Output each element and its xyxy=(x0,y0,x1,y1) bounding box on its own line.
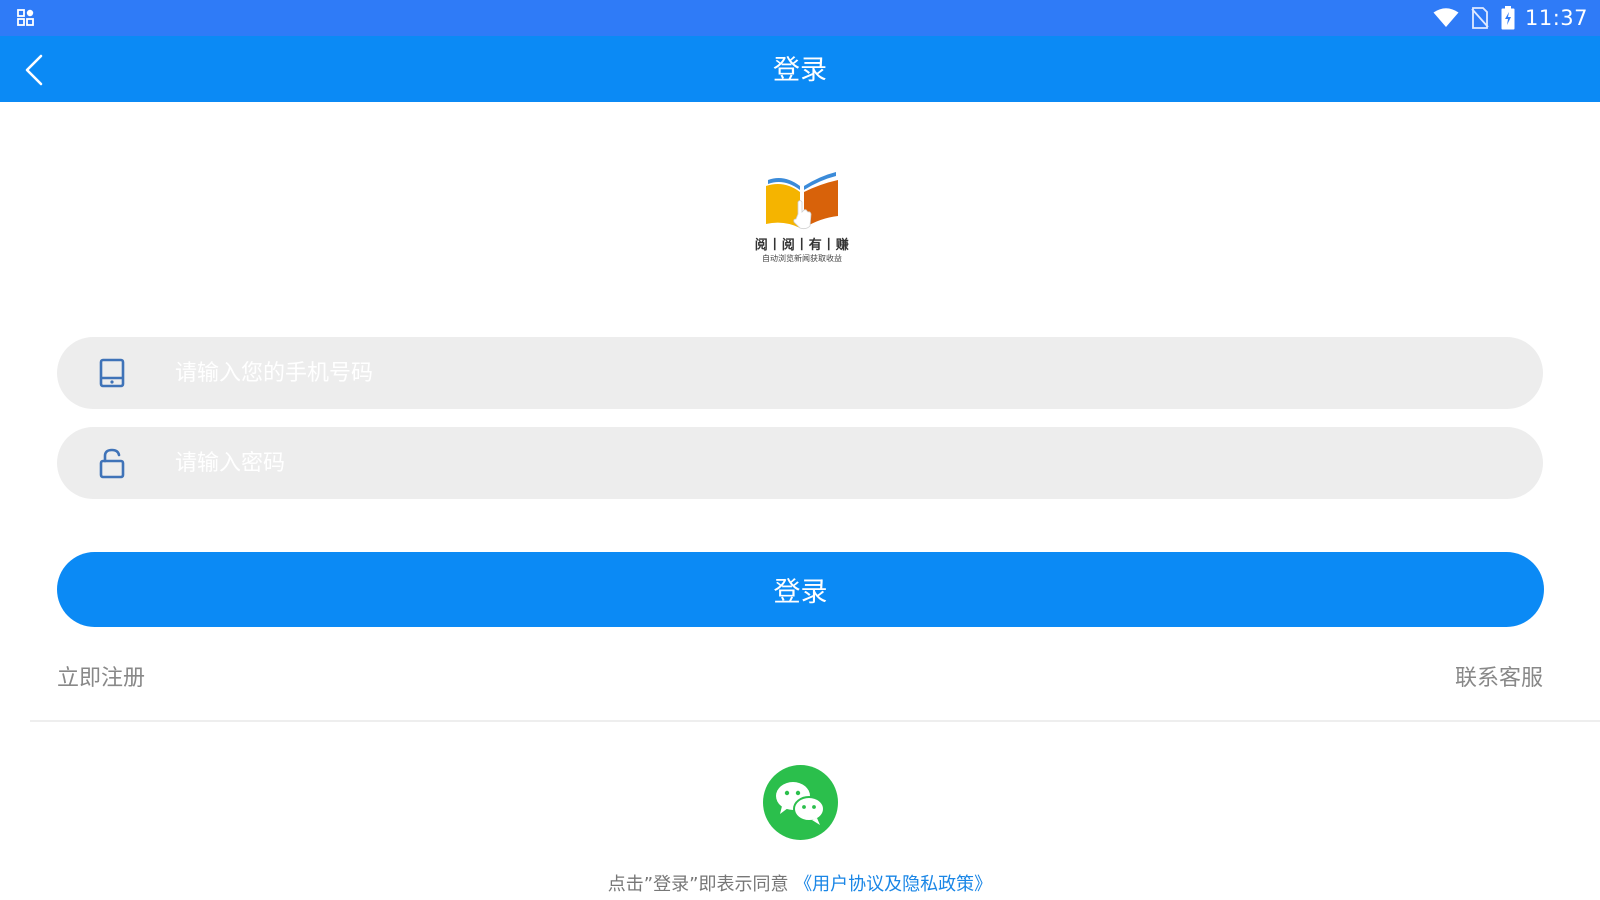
password-input[interactable] xyxy=(175,427,1495,499)
register-link[interactable]: 立即注册 xyxy=(57,660,145,692)
agreement-text: 点击”登录”即表示同意 《用户协议及隐私政策》 xyxy=(0,870,1600,896)
wechat-login-button[interactable] xyxy=(763,765,838,840)
logo-name: 阅丨阅丨有丨赚 xyxy=(754,238,850,253)
back-button[interactable] xyxy=(14,46,60,92)
password-field[interactable] xyxy=(57,427,1543,499)
wifi-icon xyxy=(1433,8,1459,28)
status-time: 11:37 xyxy=(1524,6,1588,30)
contact-support-link[interactable]: 联系客服 xyxy=(1455,660,1543,692)
lock-open-icon xyxy=(97,447,127,479)
title-bar: 登录 xyxy=(0,36,1600,102)
phone-field[interactable] xyxy=(57,337,1543,409)
user-agreement-link[interactable]: 《用户协议及隐私政策》 xyxy=(794,874,992,895)
status-icons: 11:37 xyxy=(1433,0,1588,36)
book-logo-icon xyxy=(766,172,838,230)
app-grid-icon xyxy=(17,9,37,27)
page-title: 登录 xyxy=(773,55,827,86)
agreement-prefix: 点击”登录”即表示同意 xyxy=(607,874,789,895)
login-screen: 11:37 登录 阅丨阅丨有丨赚 自动浏览新闻获取收益 请输入您的手机号码 登录… xyxy=(0,0,1600,900)
phone-icon xyxy=(97,357,127,389)
status-bar: 11:37 xyxy=(0,0,1600,36)
app-logo: 阅丨阅丨有丨赚 自动浏览新闻获取收益 xyxy=(748,166,856,268)
divider xyxy=(30,720,1600,722)
battery-charging-icon xyxy=(1501,6,1515,30)
login-button[interactable]: 登录 xyxy=(57,552,1544,627)
logo-slogan: 自动浏览新闻获取收益 xyxy=(762,254,842,263)
phone-input[interactable] xyxy=(175,337,1495,409)
no-sim-icon xyxy=(1471,7,1489,29)
